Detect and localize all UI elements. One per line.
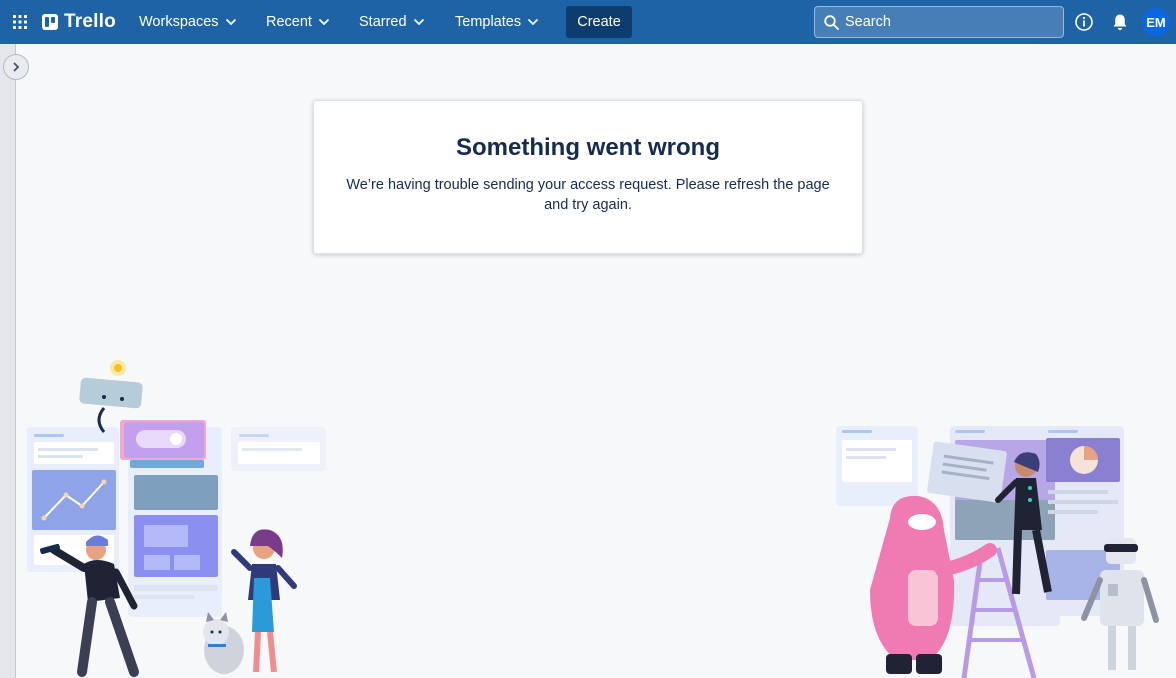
search-icon <box>824 15 839 30</box>
left-illustration <box>27 360 326 677</box>
nav-recent-label: Recent <box>266 14 312 30</box>
search-box[interactable] <box>814 6 1064 38</box>
nav-workspaces-label: Workspaces <box>139 14 219 30</box>
apps-grid-icon[interactable] <box>12 14 28 30</box>
error-message: We’re having trouble sending your access… <box>346 177 830 213</box>
nav-workspaces[interactable]: Workspaces <box>139 8 237 36</box>
search-input[interactable] <box>845 7 1055 37</box>
nav-templates[interactable]: Templates <box>455 8 539 36</box>
chevron-down-icon <box>527 18 539 26</box>
nav-templates-label: Templates <box>455 14 522 30</box>
trello-logo-icon <box>42 14 58 30</box>
top-navigation-bar: Trello Workspaces Recent Starred Templat… <box>0 0 1176 44</box>
bell-icon[interactable] <box>1110 12 1130 32</box>
error-card: Something went wrong We’re having troubl… <box>313 100 863 254</box>
chevron-right-icon <box>13 62 20 72</box>
info-icon[interactable] <box>1074 12 1094 32</box>
trello-logo[interactable]: Trello <box>42 11 116 33</box>
avatar[interactable]: EM <box>1140 6 1172 38</box>
chevron-down-icon <box>413 18 424 26</box>
nav-recent[interactable]: Recent <box>266 8 330 36</box>
collapsed-sidebar <box>0 44 16 678</box>
chevron-down-icon <box>318 18 330 26</box>
chevron-down-icon <box>225 18 236 26</box>
nav-starred-label: Starred <box>359 14 407 30</box>
nav-starred[interactable]: Starred <box>359 8 425 36</box>
logo-text: Trello <box>64 11 116 32</box>
sidebar-toggle-button[interactable] <box>3 54 29 80</box>
error-title: Something went wrong <box>456 134 720 161</box>
create-button[interactable]: Create <box>566 6 632 38</box>
right-illustration <box>836 426 1159 678</box>
